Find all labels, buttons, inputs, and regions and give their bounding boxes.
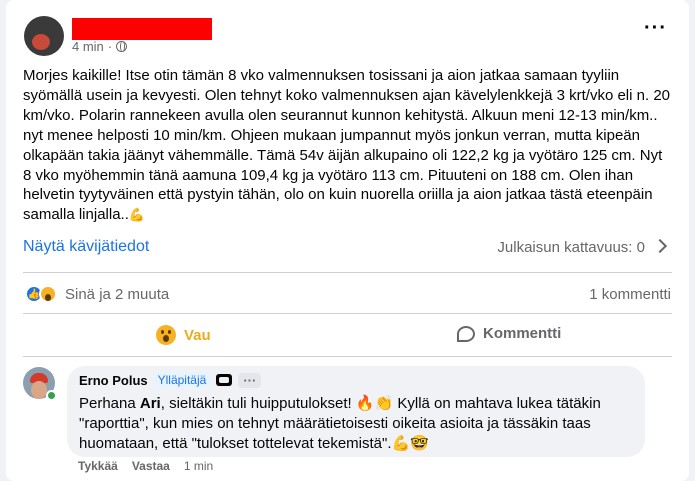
reactions-summary[interactable]: 👍 Sinä ja 2 muuta — [25, 285, 169, 303]
flexed-biceps-icon: 💪 — [128, 207, 146, 223]
chevron-right-icon[interactable] — [652, 238, 668, 254]
insights-link[interactable]: Näytä kävijätiedot — [23, 238, 149, 256]
divider — [23, 356, 672, 357]
react-label: Vau — [184, 326, 211, 344]
globe-icon[interactable] — [116, 41, 128, 52]
admin-badge[interactable]: Ylläpitäjä — [153, 372, 211, 388]
comment-button[interactable]: Kommentti — [457, 325, 561, 342]
comment-bubble: Erno Polus Ylläpitäjä ··· Perhana Ari, s… — [67, 366, 645, 457]
divider — [23, 313, 672, 314]
more-options-icon[interactable]: ··· — [644, 18, 667, 38]
wow-reaction-icon — [39, 285, 57, 303]
mention[interactable]: Ari — [140, 395, 161, 412]
divider — [23, 272, 672, 273]
comment-actions: Tykkää Vastaa 1 min — [78, 459, 213, 473]
wow-icon — [156, 325, 176, 345]
comment-header: Erno Polus Ylläpitäjä ··· — [79, 372, 633, 388]
post-time[interactable]: 4 min — [72, 39, 104, 54]
author-avatar[interactable] — [24, 16, 64, 56]
comment-bubble-icon — [457, 325, 475, 342]
comment-more-icon[interactable]: ··· — [238, 372, 262, 388]
reactions-count[interactable]: Sinä ja 2 muuta — [65, 286, 169, 303]
post-meta: 4 min · — [72, 39, 128, 54]
online-status-icon — [46, 390, 57, 401]
post-card: 4 min · ··· Morjes kaikille! Itse otin t… — [6, 0, 689, 481]
comments-count[interactable]: 1 kommentti — [589, 286, 671, 303]
post-reach[interactable]: Julkaisun kattavuus: 0 — [497, 239, 645, 256]
comment-time[interactable]: 1 min — [184, 459, 213, 473]
badge-icon[interactable] — [216, 374, 233, 386]
author-name-redacted[interactable] — [72, 18, 212, 40]
comment-author[interactable]: Erno Polus — [79, 373, 148, 388]
comment-text: Perhana Ari, sieltäkin tuli huipputuloks… — [79, 395, 601, 452]
react-button[interactable]: Vau — [156, 325, 211, 345]
post-body-text: Morjes kaikille! Itse otin tämän 8 vko v… — [23, 67, 670, 224]
post-body: Morjes kaikille! Itse otin tämän 8 vko v… — [23, 66, 673, 225]
comment-label: Kommentti — [483, 325, 562, 342]
reply-button[interactable]: Vastaa — [132, 459, 170, 473]
like-comment-button[interactable]: Tykkää — [78, 459, 118, 473]
